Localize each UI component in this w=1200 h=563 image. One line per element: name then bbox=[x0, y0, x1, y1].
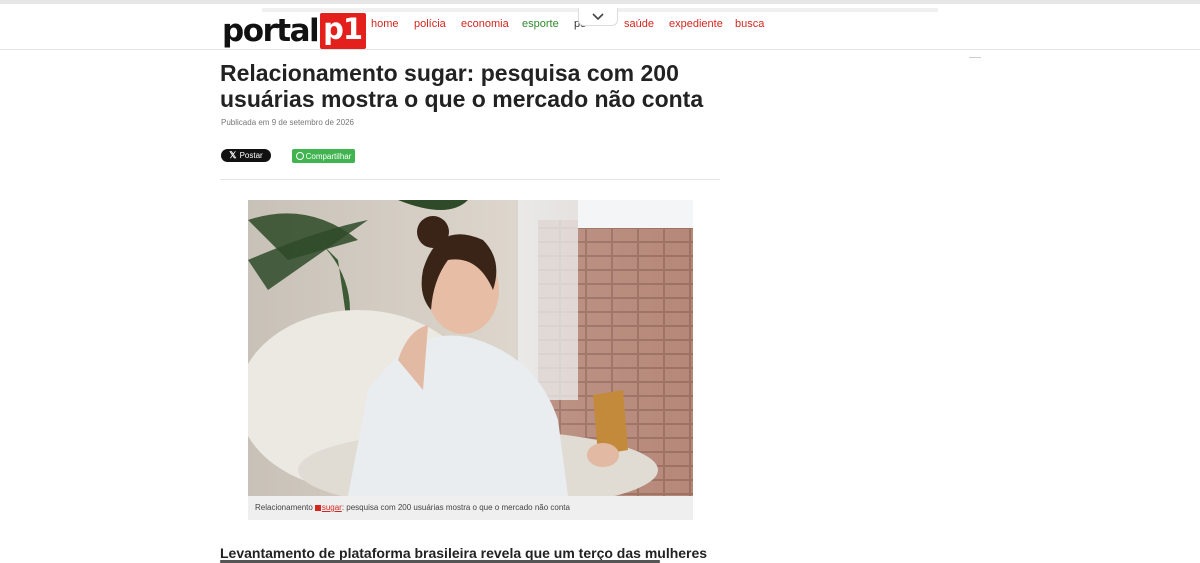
caption-prefix: Relacionamento bbox=[255, 503, 313, 512]
publish-date: Publicada em 9 de setembro de 2026 bbox=[221, 118, 354, 127]
nav-expediente[interactable]: expediente bbox=[669, 18, 723, 30]
nav-policia[interactable]: polícia bbox=[414, 18, 446, 30]
logo-badge: p1 bbox=[320, 13, 367, 49]
nav-esporte[interactable]: esporte bbox=[522, 18, 559, 30]
share-wa-label: Compartilhar bbox=[305, 151, 352, 161]
caption-suffix: : pesquisa com 200 usuárias mostra o que… bbox=[341, 503, 570, 512]
share-x-label: Postar bbox=[239, 151, 263, 160]
site-logo[interactable]: portal p1 bbox=[222, 10, 367, 52]
share-whatsapp-button[interactable]: Compartilhar bbox=[292, 149, 355, 163]
nav-home[interactable]: home bbox=[371, 18, 399, 30]
x-logo-icon: 𝕏 bbox=[229, 150, 237, 160]
flag-icon bbox=[314, 504, 321, 511]
nav-economia[interactable]: economia bbox=[461, 18, 509, 30]
article-headline: Relacionamento sugar: pesquisa com 200 u… bbox=[220, 60, 704, 112]
site-header: portal p1 home polícia economia esporte … bbox=[0, 0, 1200, 50]
nav-busca[interactable]: busca bbox=[735, 18, 764, 30]
photo-caption: Relacionamento sugar: pesquisa com 200 us… bbox=[248, 496, 693, 520]
logo-wordmark: portal bbox=[222, 12, 320, 49]
share-x-button[interactable]: 𝕏 Postar bbox=[221, 149, 271, 162]
caption-tag-link[interactable]: sugar bbox=[322, 503, 342, 512]
photo-illustration bbox=[248, 200, 693, 496]
chevron-down-icon bbox=[592, 12, 604, 20]
whatsapp-icon bbox=[295, 152, 304, 160]
nav-saude[interactable]: saúde bbox=[624, 18, 654, 30]
header-dropdown-toggle[interactable] bbox=[578, 8, 618, 26]
article-photo bbox=[248, 200, 693, 496]
share-divider bbox=[220, 179, 720, 180]
sidebar-marker bbox=[969, 57, 981, 58]
